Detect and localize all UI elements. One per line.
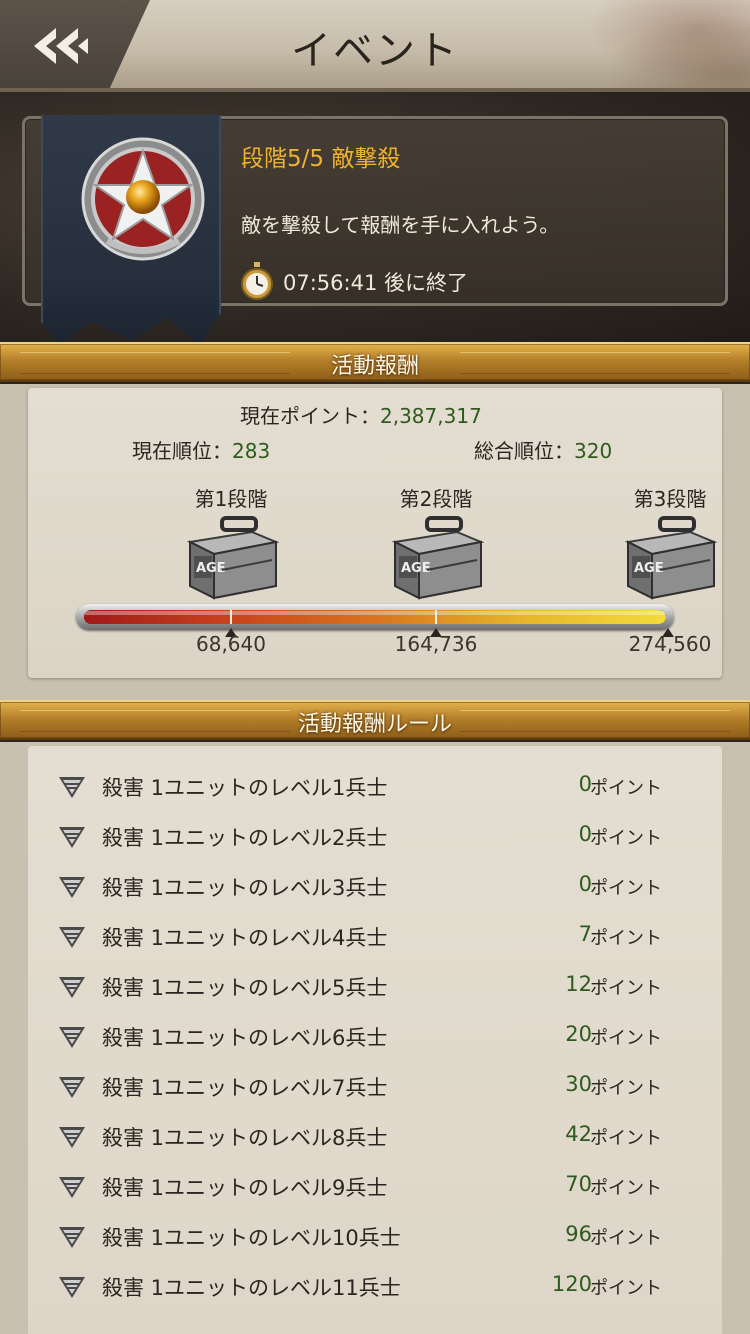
rule-points-unit: ポイント [590,878,662,899]
event-card: 段階5/5 敵撃殺 敵を撃殺して報酬を手に入れよう。 07:56:41 後に終了 [22,115,728,345]
current-rank-value: 283 [232,439,271,463]
rank-chevron-icon [59,977,85,998]
rule-points-unit: ポイント [590,828,662,849]
stage-2-threshold: 164,736 [394,632,478,656]
rule-points-unit: ポイント [590,1078,662,1099]
rule-points: 96 [565,1222,592,1246]
progress-bar-track [84,610,666,624]
svg-text:AGE: AGE [196,561,226,576]
rule-text: 殺害 1ユニットのレベル8兵士 [102,1126,388,1150]
rule-text: 殺害 1ユニットのレベル10兵士 [102,1226,401,1250]
rule-row: 殺害 1ユニットのレベル9兵士 70 ポイント [28,1162,722,1212]
rule-points: 12 [565,972,592,996]
rank-chevron-icon [59,827,85,848]
svg-text:AGE: AGE [634,561,664,576]
event-name: 段階5/5 敵撃殺 [241,146,401,172]
rule-text: 殺害 1ユニットのレベル7兵士 [102,1076,388,1100]
stage-2-tick [435,610,437,624]
rank-chevron-icon [59,1077,85,1098]
rule-points-unit: ポイント [590,778,662,799]
rule-text: 殺害 1ユニットのレベル11兵士 [102,1276,401,1300]
rule-row: 殺害 1ユニットのレベル11兵士 120 ポイント [28,1262,722,1312]
star-medal-icon [81,137,205,261]
rank-chevron-icon [59,877,85,898]
rule-points-unit: ポイント [590,1228,662,1249]
rule-row: 殺害 1ユニットのレベル1兵士 0 ポイント [28,762,722,812]
rule-points: 42 [565,1122,592,1146]
rule-text: 殺害 1ユニットのレベル6兵士 [102,1026,388,1050]
rank-chevron-icon [59,1177,85,1198]
rule-points-unit: ポイント [590,1278,662,1299]
stage-1-tick [230,610,232,624]
rule-points-unit: ポイント [590,1128,662,1149]
stage-3-threshold: 274,560 [628,632,712,656]
rule-points: 120 [551,1272,592,1296]
rule-points: 30 [565,1072,592,1096]
rule-text: 殺害 1ユニットのレベル5兵士 [102,976,388,1000]
overall-rank: 総合順位：320 [474,435,612,464]
rule-points: 70 [565,1172,592,1196]
stage-1-threshold: 68,640 [196,632,266,656]
stage-2-reward-crate-icon[interactable]: AGE [387,512,487,602]
rank-chevron-icon [59,1227,85,1248]
stage-3-reward-crate-icon[interactable]: AGE [620,512,720,602]
event-description: 敵を撃殺して報酬を手に入れよう。 [241,213,560,237]
reward-progress-bar [76,604,674,630]
rank-chevron-icon [59,1277,85,1298]
rule-row: 殺害 1ユニットのレベル3兵士 0 ポイント [28,862,722,912]
rules-section-bar: 活動報酬ルール [0,700,750,740]
rule-row: 殺害 1ユニットのレベル4兵士 7 ポイント [28,912,722,962]
current-points-value: 2,387,317 [380,404,482,428]
stage-3-label: 第3段階 [633,487,707,511]
rule-points-unit: ポイント [590,1178,662,1199]
rank-chevron-icon [59,777,85,798]
rule-points-unit: ポイント [590,1028,662,1049]
stage-1-reward-crate-icon[interactable]: AGE [182,512,282,602]
rule-text: 殺害 1ユニットのレベル3兵士 [102,876,388,900]
event-banner [41,115,221,345]
rule-row: 殺害 1ユニットのレベル5兵士 12 ポイント [28,962,722,1012]
rank-chevron-icon [59,927,85,948]
rank-chevron-icon [59,1127,85,1148]
event-timer: 07:56:41 後に終了 [283,271,468,295]
svg-text:AGE: AGE [401,561,431,576]
current-rank-label: 現在順位： [132,439,232,463]
rank-chevron-icon [59,1027,85,1048]
stage-1-label: 第1段階 [194,487,268,511]
rule-row: 殺害 1ユニットのレベル7兵士 30 ポイント [28,1062,722,1112]
rule-points: 20 [565,1022,592,1046]
rule-row: 殺害 1ユニットのレベル2兵士 0 ポイント [28,812,722,862]
rewards-section-bar: 活動報酬 [0,342,750,382]
current-rank: 現在順位：283 [132,435,270,464]
rule-text: 殺害 1ユニットのレベル4兵士 [102,926,388,950]
top-header: イベント [0,0,750,92]
rule-points-unit: ポイント [590,928,662,949]
page-title: イベント [291,28,459,74]
progress-bar-fill [84,610,666,624]
rule-points-unit: ポイント [590,978,662,999]
rule-text: 殺害 1ユニットのレベル2兵士 [102,826,388,850]
rule-row: 殺害 1ユニットのレベル10兵士 96 ポイント [28,1212,722,1262]
current-points: 現在ポイント：2,387,317 [240,400,482,429]
current-points-label: 現在ポイント： [240,404,380,428]
rule-text: 殺害 1ユニットのレベル9兵士 [102,1176,388,1200]
rule-row: 殺害 1ユニットのレベル6兵士 20 ポイント [28,1012,722,1062]
overall-rank-value: 320 [574,439,613,463]
stage-2-label: 第2段階 [399,487,473,511]
rewards-section-title: 活動報酬 [330,354,419,379]
rule-row: 殺害 1ユニットのレベル8兵士 42 ポイント [28,1112,722,1162]
rule-text: 殺害 1ユニットのレベル1兵士 [102,776,388,800]
progress-bar-frame [76,604,674,630]
rules-section-title: 活動報酬ルール [297,712,452,737]
stopwatch-icon [241,262,273,300]
overall-rank-label: 総合順位： [474,439,574,463]
